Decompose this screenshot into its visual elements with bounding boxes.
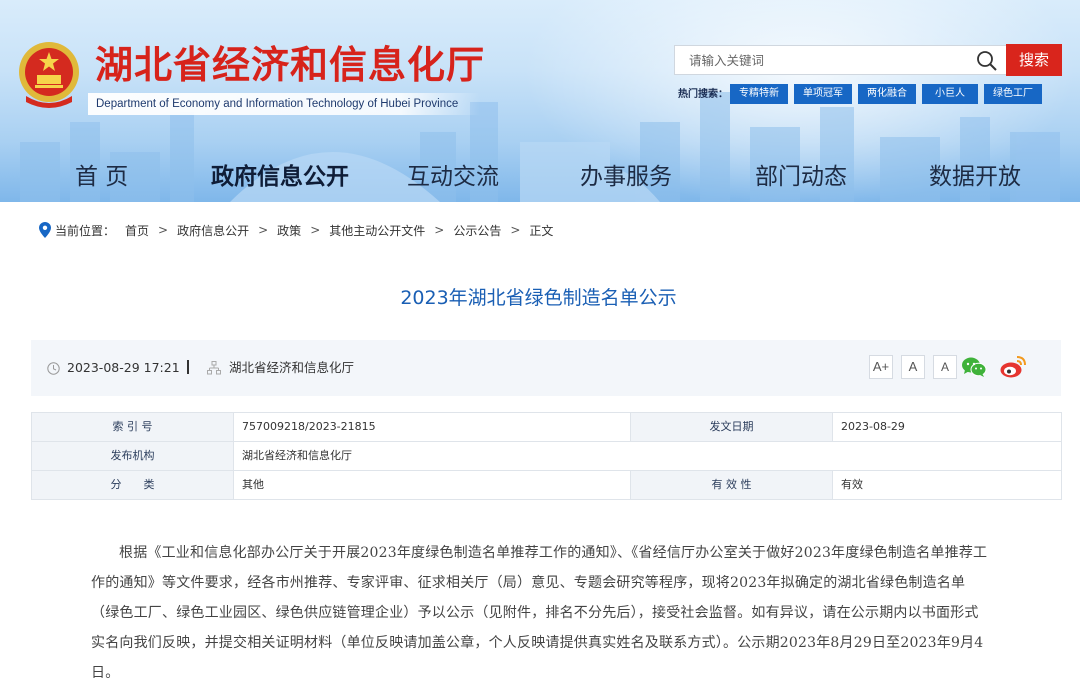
breadcrumb-separator: > [510, 223, 521, 237]
font-size-large-label: A+ [872, 359, 890, 374]
breadcrumb-gov-info[interactable]: 政府信息公开 [177, 222, 249, 239]
validity-label: 有 效 性 [630, 470, 833, 500]
search-button[interactable]: 搜索 [1006, 44, 1062, 76]
index-label: 索 引 号 [31, 412, 234, 442]
index-value: 757009218/2023-21815 [233, 412, 631, 442]
breadcrumb-separator: > [158, 223, 169, 237]
article-meta-bar: 2023-08-29 17:21 湖北省经济和信息化厅 A+ A A [31, 340, 1061, 396]
breadcrumb-other-files[interactable]: 其他主动公开文件 [329, 222, 425, 239]
table-row: 索 引 号 757009218/2023-21815 发文日期 2023-08-… [31, 412, 1062, 442]
search-box [674, 45, 1006, 75]
breadcrumb-separator: > [434, 223, 445, 237]
meta-divider [187, 360, 189, 374]
article-body: 根据《工业和信息化部办公厅关于开展2023年度绿色制造名单推荐工作的通知》、《省… [91, 545, 988, 681]
search-icon[interactable] [976, 50, 998, 72]
site-subtitle: Department of Economy and Information Te… [96, 98, 459, 110]
nav-item-services[interactable]: 办事服务 [580, 160, 672, 194]
hot-search-tags: 专精特新 单项冠军 两化融合 小巨人 绿色工厂 [730, 84, 1042, 104]
nav-item-home[interactable]: 首 页 [75, 160, 128, 194]
hot-tag-green-factory[interactable]: 绿色工厂 [984, 84, 1042, 104]
breadcrumb-policy[interactable]: 政策 [277, 222, 301, 239]
font-size-large-button[interactable]: A+ [869, 355, 893, 379]
national-emblem-icon [19, 42, 79, 108]
publisher-label: 发布机构 [31, 441, 234, 471]
hot-tag-integration[interactable]: 两化融合 [858, 84, 916, 104]
date-value: 2023-08-29 [832, 412, 1062, 442]
breadcrumb-separator: > [310, 223, 321, 237]
category-label: 分 类 [31, 470, 234, 500]
publisher-value: 湖北省经济和信息化厅 [233, 441, 1062, 471]
weibo-icon[interactable] [999, 354, 1027, 380]
location-pin-icon [39, 222, 51, 238]
nav-item-gov-info[interactable]: 政府信息公开 [211, 160, 349, 194]
table-row: 分 类 其他 有 效 性 有效 [31, 470, 1062, 500]
site-title[interactable]: 湖北省经济和信息化厅 [95, 40, 485, 90]
breadcrumb-notices[interactable]: 公示公告 [453, 222, 501, 239]
breadcrumb-current: 正文 [529, 223, 554, 238]
search-input[interactable] [689, 46, 969, 74]
hot-search-label: 热门搜索： [678, 89, 728, 100]
publish-source: 湖北省经济和信息化厅 [229, 360, 355, 375]
article-title: 2023年湖北省绿色制造名单公示 [400, 287, 677, 309]
nav-item-interaction[interactable]: 互动交流 [407, 160, 499, 194]
organization-icon [207, 361, 221, 375]
date-label: 发文日期 [630, 412, 833, 442]
main-nav: 首 页 政府信息公开 互动交流 办事服务 部门动态 数据开放 [0, 152, 1080, 202]
table-row: 发布机构 湖北省经济和信息化厅 [31, 441, 1062, 471]
clock-icon [47, 362, 60, 375]
hot-tag-specialized[interactable]: 专精特新 [730, 84, 788, 104]
font-size-small-button[interactable]: A [933, 355, 957, 379]
nav-item-dept-news[interactable]: 部门动态 [755, 160, 847, 194]
nav-item-open-data[interactable]: 数据开放 [929, 160, 1021, 194]
article-info-table: 索 引 号 757009218/2023-21815 发文日期 2023-08-… [31, 412, 1062, 500]
content-card: 当前位置： 首页 > 政府信息公开 > 政策 > 其他主动公开文件 > 公示公告… [15, 202, 1062, 699]
breadcrumb: 当前位置： 首页 > 政府信息公开 > 政策 > 其他主动公开文件 > 公示公告… [39, 220, 553, 240]
breadcrumb-home[interactable]: 首页 [125, 222, 149, 239]
hot-tag-little-giant[interactable]: 小巨人 [922, 84, 978, 104]
publish-date: 2023-08-29 17:21 [67, 360, 180, 375]
font-size-small-label: A [940, 360, 949, 374]
category-value: 其他 [233, 470, 631, 500]
wechat-icon[interactable] [961, 356, 987, 378]
hot-tag-champion[interactable]: 单项冠军 [794, 84, 852, 104]
validity-value: 有效 [832, 470, 1062, 500]
breadcrumb-label: 当前位置： [55, 223, 116, 238]
header-banner: 湖北省经济和信息化厅 Department of Economy and Inf… [0, 0, 1080, 202]
font-size-medium-label: A [908, 359, 918, 374]
breadcrumb-separator: > [258, 223, 269, 237]
font-size-medium-button[interactable]: A [901, 355, 925, 379]
